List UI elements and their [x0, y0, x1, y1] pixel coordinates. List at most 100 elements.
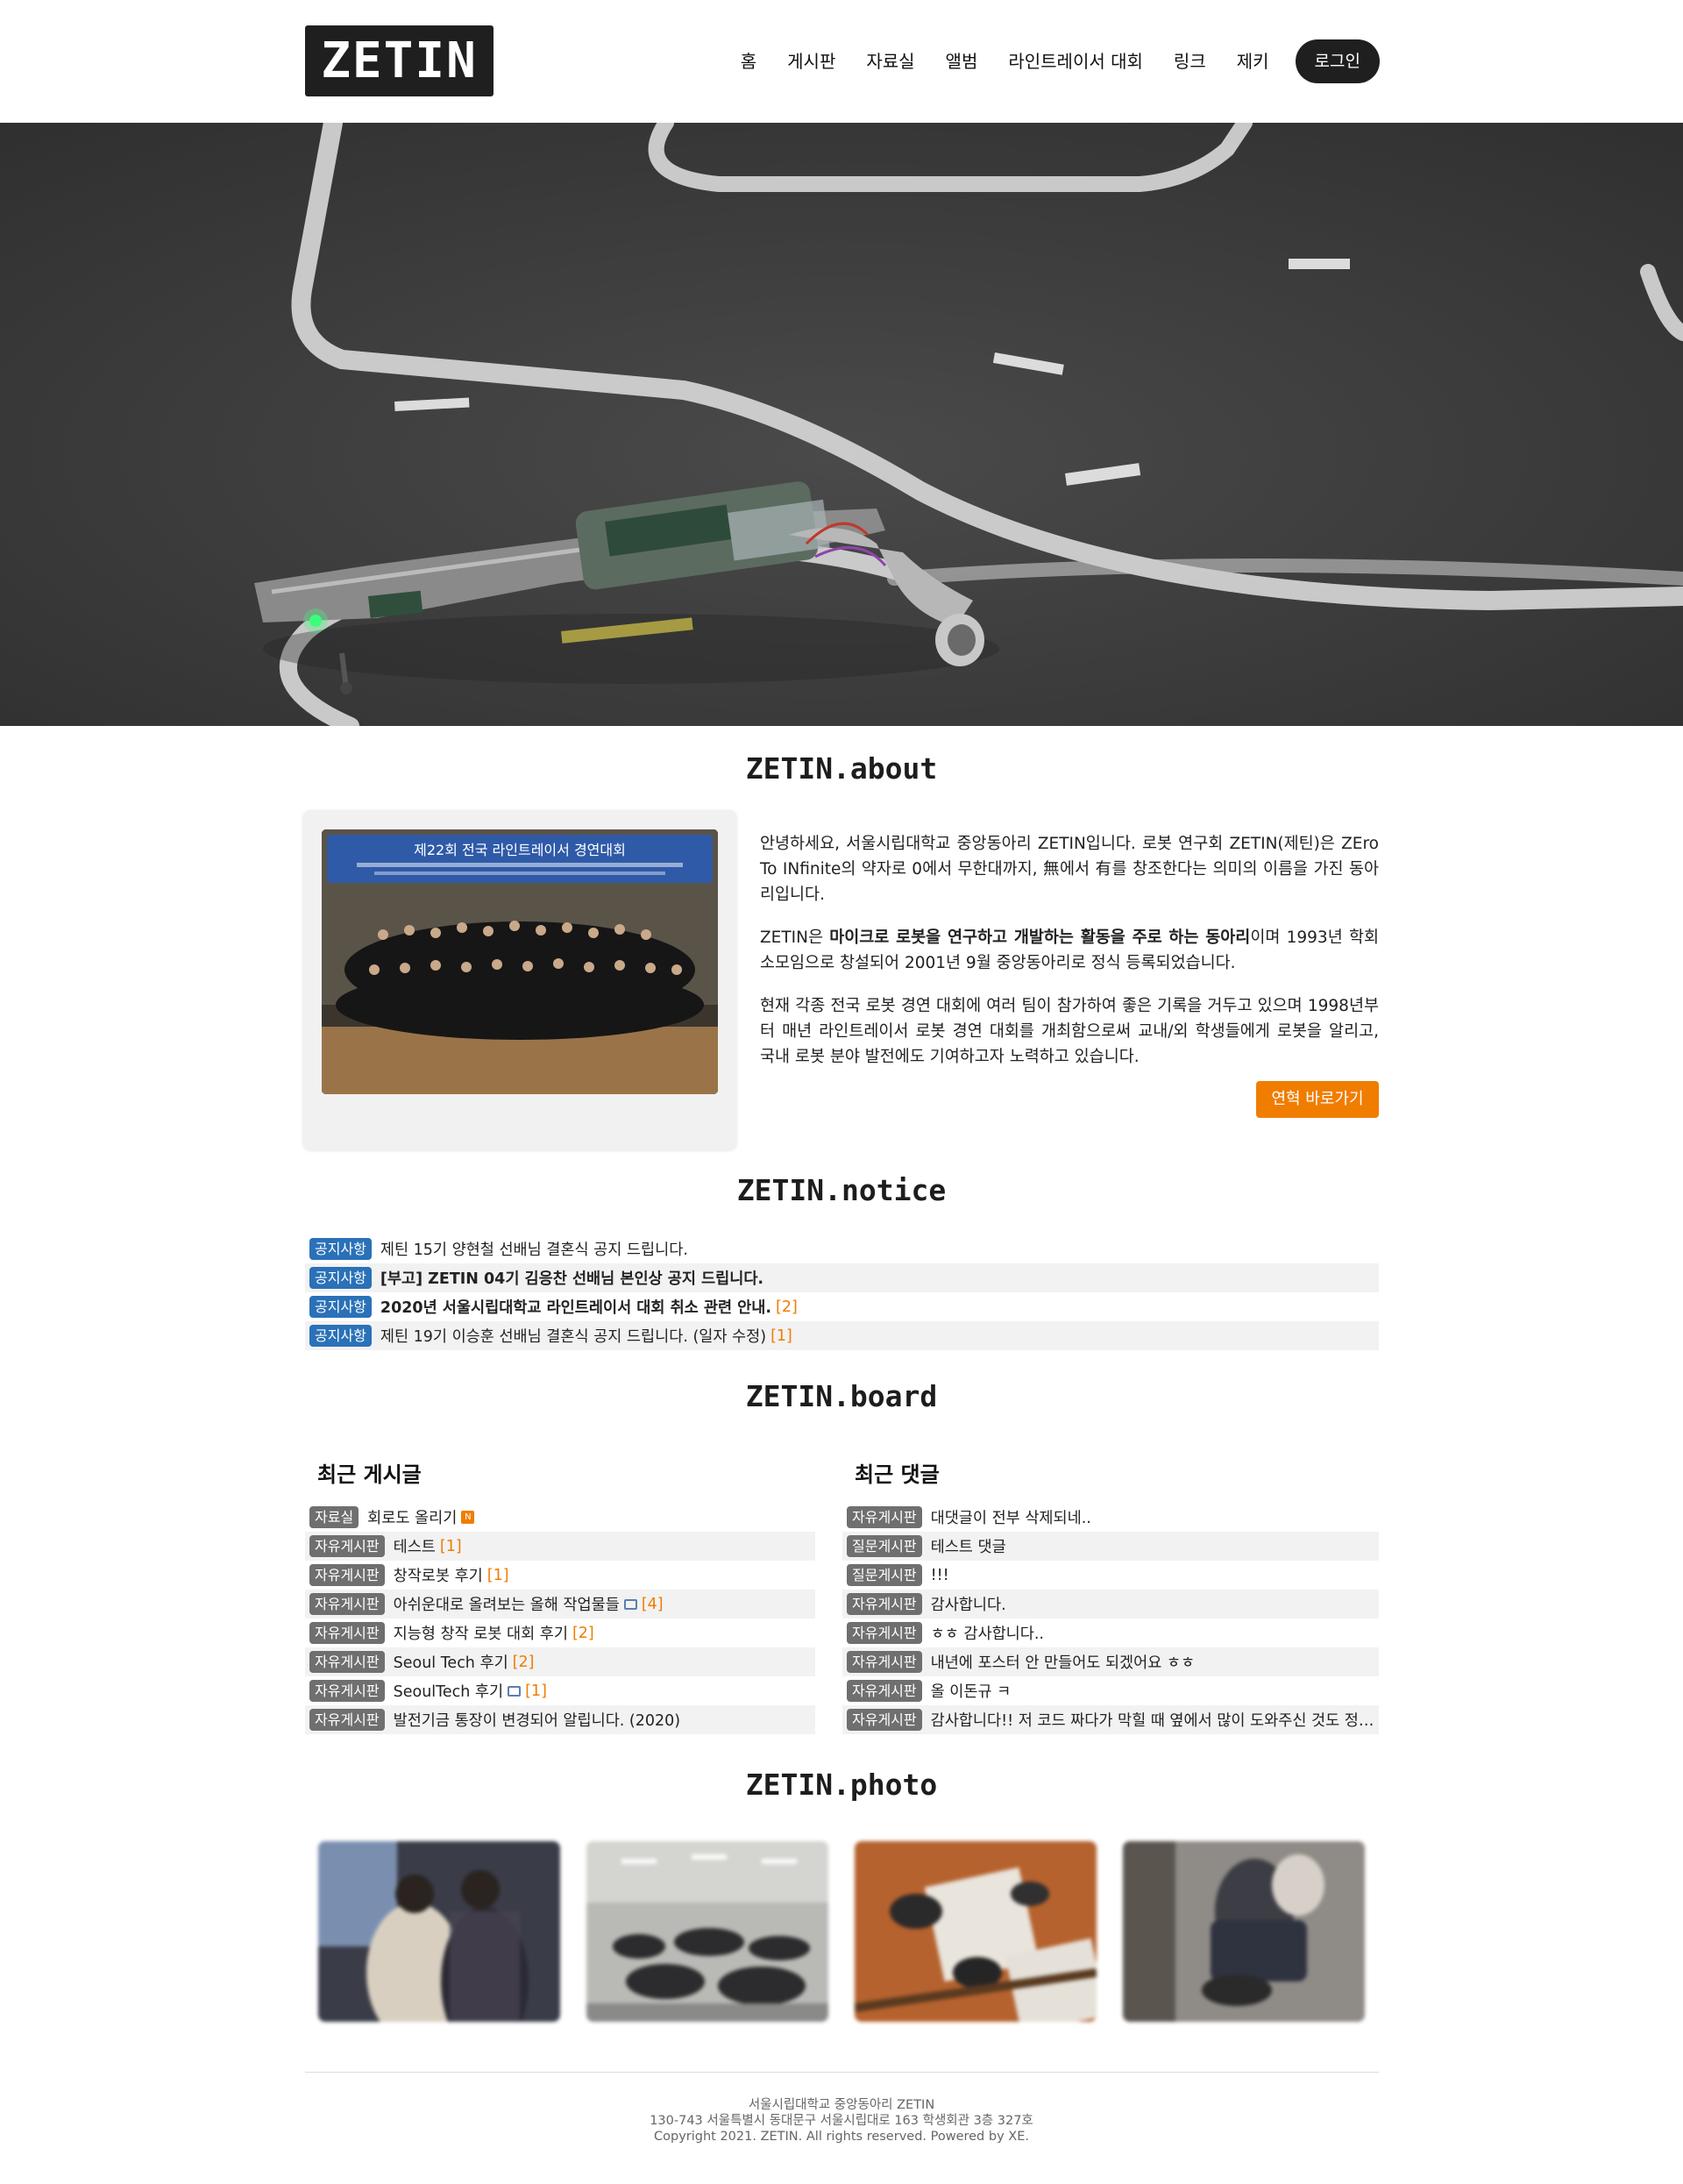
comment-row[interactable]: 자유게시판 ㅎㅎ 감사합니다..: [842, 1618, 1379, 1647]
comment-count: [4]: [641, 1595, 664, 1613]
comment-text[interactable]: 올 이돈규 ㅋ: [931, 1680, 1012, 1702]
notice-badge[interactable]: 공지사항: [309, 1325, 372, 1347]
login-button[interactable]: 로그인: [1295, 39, 1380, 83]
nav-linetracer-contest[interactable]: 라인트레이서 대회: [1008, 39, 1143, 83]
nav-links[interactable]: 링크: [1174, 39, 1206, 83]
comment-text[interactable]: !!!: [931, 1567, 949, 1584]
album-photo-1: [318, 1841, 560, 2022]
post-row[interactable]: 자유게시판 지능형 창작 로봇 대회 후기 [2]: [305, 1618, 815, 1647]
comment-row[interactable]: 자유게시판 감사합니다.: [842, 1590, 1379, 1618]
comment-text[interactable]: 감사합니다!! 저 코드 짜다가 막힐 때 옆에서 많이 도와주신 것도 정말.…: [931, 1709, 1379, 1731]
photo-banner-text: 제22회 전국 라인트레이서 경연대회: [414, 842, 626, 858]
comment-count: [1]: [486, 1566, 509, 1584]
notice-title[interactable]: 제틴 15기 양현철 선배님 결혼식 공지 드립니다.: [380, 1238, 688, 1260]
comment-row[interactable]: 자유게시판 올 이돈규 ㅋ: [842, 1676, 1379, 1705]
history-button[interactable]: 연혁 바로가기: [1256, 1081, 1379, 1118]
comment-row[interactable]: 자유게시판 내년에 포스터 안 만들어도 되겠어요 ㅎㅎ: [842, 1647, 1379, 1676]
post-title[interactable]: 창작로봇 후기: [394, 1564, 483, 1586]
nav-home[interactable]: 홈: [734, 39, 763, 83]
nav-wiki[interactable]: 제키: [1237, 39, 1269, 83]
comment-row[interactable]: 질문게시판 테스트 댓글: [842, 1532, 1379, 1561]
post-row[interactable]: 자유게시판 아쉬운대로 올려보는 올해 작업물들 [4]: [305, 1590, 815, 1618]
comment-row[interactable]: 자유게시판 감사합니다!! 저 코드 짜다가 막힐 때 옆에서 많이 도와주신 …: [842, 1705, 1379, 1734]
site-footer: 서울시립대학교 중앙동아리 ZETIN 130-743 서울특별시 동대문구 서…: [0, 2097, 1683, 2145]
site-header: ZETIN 홈 게시판 자료실 앨범 라인트레이서 대회 링크 제키 로그인: [0, 0, 1683, 123]
album-photo[interactable]: [1123, 1841, 1365, 2022]
about-photo-card: 제22회 전국 라인트레이서 경연대회: [303, 810, 736, 1149]
notice-section-title: ZETIN.notice: [736, 1173, 947, 1207]
post-row[interactable]: 자유게시판 Seoul Tech 후기 [2]: [305, 1647, 815, 1676]
post-category-badge[interactable]: 자유게시판: [309, 1593, 385, 1615]
comment-text[interactable]: 테스트 댓글: [931, 1535, 1006, 1557]
album-photo-2: [586, 1841, 828, 2022]
nav-board[interactable]: 게시판: [787, 39, 835, 83]
notice-badge[interactable]: 공지사항: [309, 1296, 372, 1318]
post-category-badge[interactable]: 자유게시판: [309, 1535, 385, 1557]
post-category-badge[interactable]: 자유게시판: [309, 1622, 385, 1644]
post-row[interactable]: 자료실 회로도 올리기 N: [305, 1503, 815, 1532]
notice-badge[interactable]: 공지사항: [309, 1238, 372, 1260]
comment-category-badge[interactable]: 자유게시판: [847, 1709, 922, 1731]
album-photo[interactable]: [855, 1841, 1097, 2022]
comment-category-badge[interactable]: 질문게시판: [847, 1535, 922, 1557]
about-section-title: ZETIN.about: [745, 751, 938, 786]
post-title[interactable]: 발전기금 통장이 변경되어 알립니다. (2020): [394, 1709, 681, 1731]
post-title[interactable]: SeoulTech 후기: [394, 1680, 504, 1702]
notice-row[interactable]: 공지사항 제틴 19기 이승훈 선배님 결혼식 공지 드립니다. (일자 수정)…: [305, 1321, 1379, 1350]
comment-category-badge[interactable]: 자유게시판: [847, 1506, 922, 1528]
notice-badge[interactable]: 공지사항: [309, 1267, 372, 1289]
about-paragraph-2: ZETIN은 마이크로 로봇을 연구하고 개발하는 활동을 주로 하는 동아리이…: [760, 925, 1379, 976]
post-title[interactable]: 회로도 올리기: [367, 1506, 457, 1528]
post-title[interactable]: 테스트: [394, 1535, 436, 1557]
comment-text[interactable]: 감사합니다.: [931, 1593, 1006, 1615]
main-nav: 홈 게시판 자료실 앨범 라인트레이서 대회 링크 제키 로그인: [710, 39, 1380, 83]
comment-count: [2]: [776, 1298, 798, 1316]
recent-comments-title: 최근 댓글: [855, 1462, 940, 1487]
board-section-title: ZETIN.board: [745, 1379, 938, 1413]
post-row[interactable]: 자유게시판 테스트 [1]: [305, 1532, 815, 1561]
album-photo-4: [1123, 1841, 1365, 2022]
comment-text[interactable]: 내년에 포스터 안 만들어도 되겠어요 ㅎㅎ: [931, 1651, 1196, 1673]
comment-count: [2]: [572, 1624, 594, 1642]
about-p2-bold: 마이크로 로봇을 연구하고 개발하는 활동을 주로 하는 동아리: [829, 928, 1251, 947]
nav-archive[interactable]: 자료실: [866, 39, 914, 83]
post-row[interactable]: 자유게시판 창작로봇 후기 [1]: [305, 1561, 815, 1590]
album-photo[interactable]: [586, 1841, 828, 2022]
nav-album[interactable]: 앨범: [946, 39, 978, 83]
post-category-badge[interactable]: 자유게시판: [309, 1680, 385, 1702]
notice-row[interactable]: 공지사항 제틴 15기 양현철 선배님 결혼식 공지 드립니다.: [305, 1234, 1379, 1263]
notice-row[interactable]: 공지사항 2020년 서울시립대학교 라인트레이서 대회 취소 관련 안내. […: [305, 1292, 1379, 1321]
about-paragraph-1: 안녕하세요, 서울시립대학교 중앙동아리 ZETIN입니다. 로봇 연구회 ZE…: [760, 835, 1379, 904]
site-logo[interactable]: ZETIN: [305, 25, 494, 96]
post-row[interactable]: 자유게시판 발전기금 통장이 변경되어 알립니다. (2020): [305, 1705, 815, 1734]
comment-count: [2]: [512, 1653, 535, 1671]
post-row[interactable]: 자유게시판 SeoulTech 후기 [1]: [305, 1676, 815, 1705]
group-photo[interactable]: 제22회 전국 라인트레이서 경연대회: [322, 829, 718, 1094]
comment-category-badge[interactable]: 자유게시판: [847, 1651, 922, 1673]
notice-row[interactable]: 공지사항 [부고] ZETIN 04기 김응찬 선배님 본인상 공지 드립니다.: [305, 1263, 1379, 1292]
post-category-badge[interactable]: 자료실: [309, 1506, 359, 1528]
photo-section-title: ZETIN.photo: [745, 1768, 938, 1802]
footer-copyright: Copyright 2021. ZETIN. All rights reserv…: [654, 2130, 1029, 2144]
comment-row[interactable]: 질문게시판 !!!: [842, 1561, 1379, 1590]
comment-category-badge[interactable]: 자유게시판: [847, 1593, 922, 1615]
album-photo[interactable]: [318, 1841, 560, 2022]
comment-text[interactable]: 대댓글이 전부 삭제되네..: [931, 1506, 1091, 1528]
comment-category-badge[interactable]: 자유게시판: [847, 1622, 922, 1644]
notice-title[interactable]: 제틴 19기 이승훈 선배님 결혼식 공지 드립니다. (일자 수정): [380, 1325, 766, 1347]
comment-text[interactable]: ㅎㅎ 감사합니다..: [931, 1622, 1044, 1644]
post-title[interactable]: 아쉬운대로 올려보는 올해 작업물들: [394, 1593, 620, 1615]
footer-divider: [305, 2072, 1379, 2073]
hero-image: [0, 123, 1683, 726]
comment-category-badge[interactable]: 질문게시판: [847, 1564, 922, 1586]
post-category-badge[interactable]: 자유게시판: [309, 1651, 385, 1673]
comment-row[interactable]: 자유게시판 대댓글이 전부 삭제되네..: [842, 1503, 1379, 1532]
hero-robot-photo: [0, 123, 1683, 726]
post-category-badge[interactable]: 자유게시판: [309, 1709, 385, 1731]
post-title[interactable]: Seoul Tech 후기: [394, 1651, 508, 1673]
post-category-badge[interactable]: 자유게시판: [309, 1564, 385, 1586]
post-title[interactable]: 지능형 창작 로봇 대회 후기: [394, 1622, 568, 1644]
comment-category-badge[interactable]: 자유게시판: [847, 1680, 922, 1702]
notice-title[interactable]: [부고] ZETIN 04기 김응찬 선배님 본인상 공지 드립니다.: [380, 1267, 763, 1289]
notice-title[interactable]: 2020년 서울시립대학교 라인트레이서 대회 취소 관련 안내.: [380, 1296, 771, 1318]
